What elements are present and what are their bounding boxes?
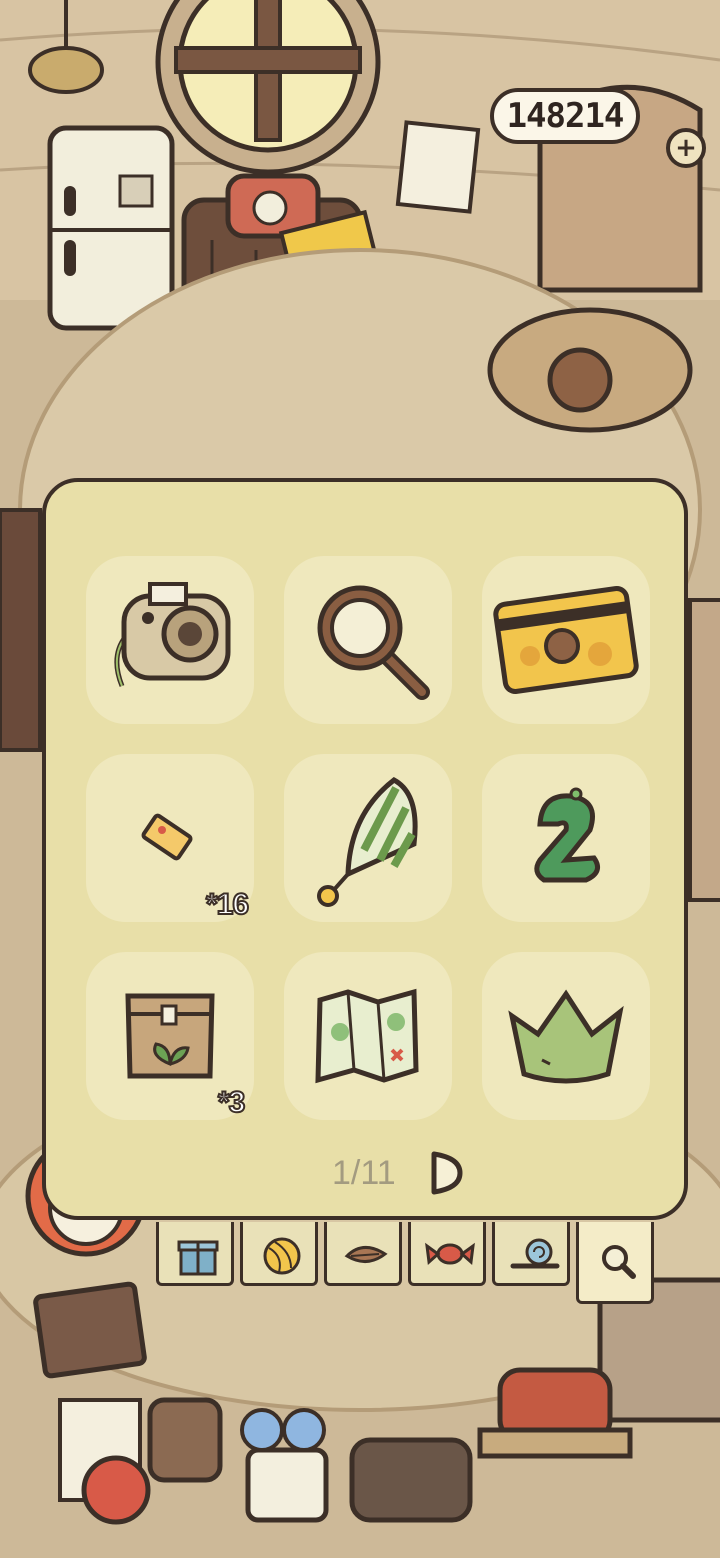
ticket-count: *16	[205, 887, 250, 922]
magnifying-glass-icon	[317, 585, 430, 700]
acorn-card-icon	[493, 586, 639, 694]
tab-food[interactable]	[408, 1222, 486, 1286]
coin-amount: 148214	[506, 96, 625, 136]
add-coins-button[interactable]: +	[666, 128, 706, 168]
inventory-slot-balloon[interactable]	[284, 754, 452, 922]
tab-nature[interactable]	[324, 1222, 402, 1286]
inventory-slot-number-balloon[interactable]	[482, 754, 650, 922]
inventory-slot-camera[interactable]	[86, 556, 254, 724]
magnifier-icon	[602, 1245, 636, 1279]
page-indicator: 1/11	[332, 1154, 396, 1192]
tab-gifts[interactable]	[156, 1222, 234, 1286]
inventory-slot-map[interactable]	[284, 952, 452, 1120]
inventory-slot-acorn-card[interactable]	[482, 556, 650, 724]
snail-icon	[510, 1238, 560, 1269]
tab-crafts[interactable]	[240, 1222, 318, 1286]
seed-bag-count: *3	[217, 1085, 246, 1120]
yarn-ball-icon	[263, 1237, 301, 1275]
inventory-panel: *16 *3 1/11	[42, 478, 688, 1220]
next-page-button[interactable]	[428, 1148, 464, 1198]
folded-map-icon	[315, 988, 419, 1084]
inventory-slot-crown[interactable]	[482, 952, 650, 1120]
coin-counter: 148214	[490, 88, 640, 144]
tab-creatures[interactable]	[492, 1222, 570, 1286]
green-number-2-balloon-icon	[534, 787, 601, 883]
instant-camera-icon	[114, 582, 231, 687]
leaf-icon	[344, 1246, 388, 1263]
striped-balloon-icon	[317, 777, 418, 907]
gift-icon	[177, 1240, 219, 1276]
inventory-slot-magnifying-glass[interactable]	[284, 556, 452, 724]
candy-icon	[425, 1242, 475, 1266]
category-tab-bar	[156, 1222, 656, 1304]
green-crown-icon	[508, 989, 624, 1084]
tab-tools[interactable]	[576, 1222, 654, 1304]
